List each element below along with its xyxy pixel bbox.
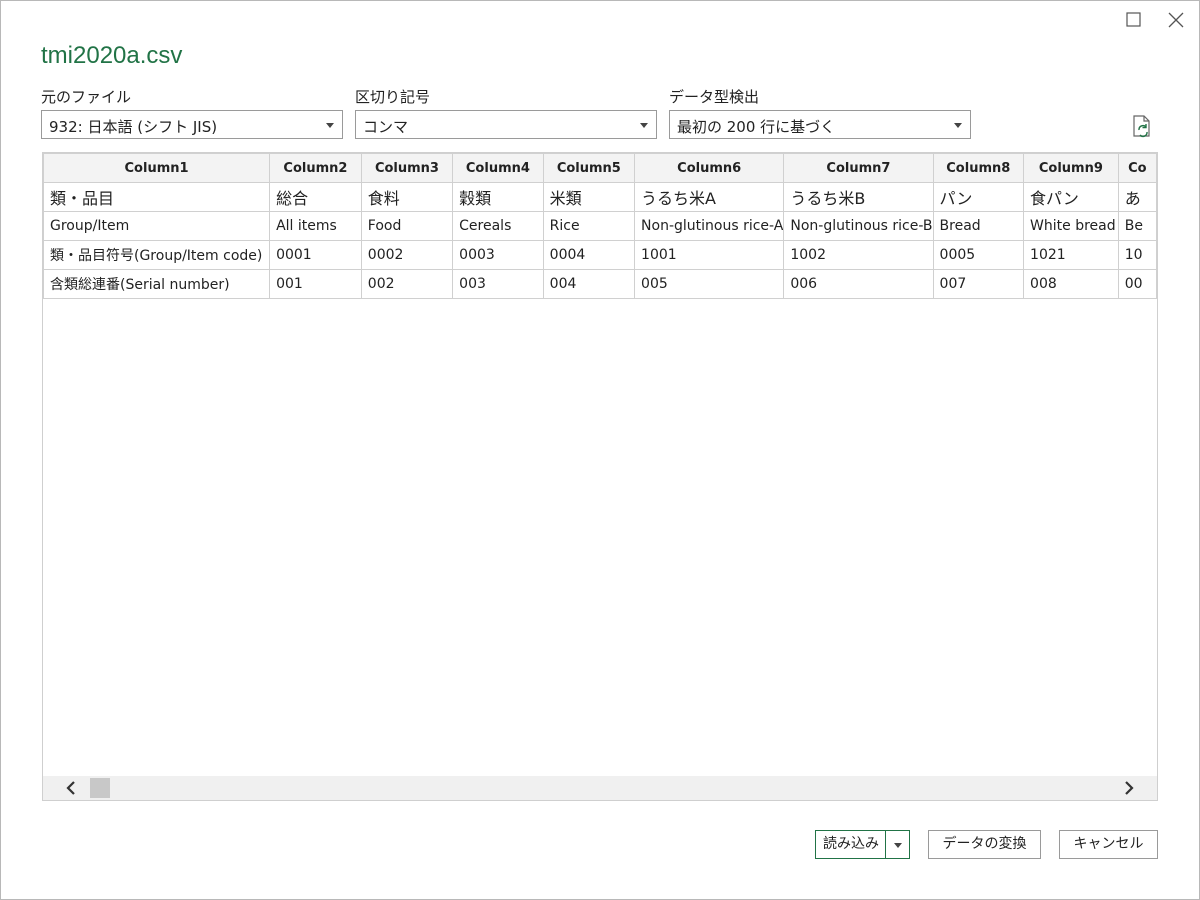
table-cell: 類・品目 xyxy=(43,182,271,212)
transform-data-button[interactable]: データの変換 xyxy=(928,830,1041,859)
table-cell: 0004 xyxy=(542,240,636,270)
table-cell: 類・品目符号(Group/Item code) xyxy=(43,240,271,270)
column-header[interactable]: Column5 xyxy=(542,153,636,183)
table-cell: Non-glutinous rice-A xyxy=(634,211,785,241)
table-cell: 0002 xyxy=(360,240,454,270)
table-cell: Food xyxy=(360,211,454,241)
table-cell: Non-glutinous rice-B xyxy=(783,211,934,241)
table-cell: うるち米B xyxy=(783,182,934,212)
table-cell: 002 xyxy=(360,269,454,299)
file-origin-label: 元のファイル xyxy=(41,88,132,106)
table-cell: Rice xyxy=(542,211,636,241)
table-cell: パン xyxy=(932,182,1025,212)
table-row: 類・品目 総合 食料 穀類 米類 うるち米A うるち米B パン 食パン あ xyxy=(43,182,1157,212)
load-button[interactable]: 読み込み xyxy=(815,830,886,859)
table-cell: Be xyxy=(1117,211,1157,241)
table-cell: 00 xyxy=(1117,269,1157,299)
delimiter-value: コンマ xyxy=(363,118,409,136)
dialog-title: tmi2020a.csv xyxy=(41,42,183,69)
column-header[interactable]: Co xyxy=(1117,153,1157,183)
table-cell: 食料 xyxy=(360,182,454,212)
refresh-icon xyxy=(1133,115,1150,138)
table-cell: 007 xyxy=(932,269,1025,299)
scroll-right-icon[interactable] xyxy=(1121,780,1137,796)
table-cell: 1001 xyxy=(634,240,785,270)
table-cell: White bread xyxy=(1023,211,1119,241)
column-header[interactable]: Column9 xyxy=(1023,153,1119,183)
table-cell: 003 xyxy=(452,269,544,299)
preview-table: Column1 Column2 Column3 Column4 Column5 … xyxy=(43,153,1157,299)
table-cell: All items xyxy=(269,211,362,241)
table-cell: 0001 xyxy=(269,240,362,270)
type-detection-dropdown[interactable]: 最初の 200 行に基づく xyxy=(669,110,971,139)
chevron-down-icon xyxy=(326,123,334,128)
delimiter-dropdown[interactable]: コンマ xyxy=(355,110,657,139)
table-cell: Group/Item xyxy=(43,211,271,241)
scrollbar-thumb[interactable] xyxy=(90,778,110,798)
header-row: Column1 Column2 Column3 Column4 Column5 … xyxy=(43,153,1157,183)
column-header[interactable]: Column7 xyxy=(783,153,934,183)
table-cell: 006 xyxy=(783,269,934,299)
load-options-button[interactable] xyxy=(885,830,910,859)
table-cell: 004 xyxy=(542,269,636,299)
maximize-button[interactable] xyxy=(1122,8,1146,32)
file-origin-value: 932: 日本語 (シフト JIS) xyxy=(49,118,218,136)
table-cell: 005 xyxy=(634,269,785,299)
maximize-icon xyxy=(1126,12,1141,27)
table-cell: Cereals xyxy=(452,211,544,241)
table-cell: Bread xyxy=(932,211,1025,241)
delimiter-label: 区切り記号 xyxy=(355,88,431,106)
chevron-down-icon xyxy=(954,123,962,128)
chevron-down-icon xyxy=(894,843,902,848)
preview-grid: Column1 Column2 Column3 Column4 Column5 … xyxy=(42,152,1158,801)
type-detection-value: 最初の 200 行に基づく xyxy=(677,118,836,136)
column-header[interactable]: Column4 xyxy=(452,153,544,183)
table-row: 含類総連番(Serial number) 001 002 003 004 005… xyxy=(43,269,1157,299)
table-cell: 1002 xyxy=(783,240,934,270)
type-detection-label: データ型検出 xyxy=(669,88,760,106)
table-cell: 0005 xyxy=(932,240,1025,270)
table-cell: うるち米A xyxy=(634,182,785,212)
table-cell: 0003 xyxy=(452,240,544,270)
table-cell: 食パン xyxy=(1023,182,1119,212)
table-row: 類・品目符号(Group/Item code) 0001 0002 0003 0… xyxy=(43,240,1157,270)
horizontal-scrollbar[interactable] xyxy=(43,776,1157,800)
table-cell: 含類総連番(Serial number) xyxy=(43,269,271,299)
file-origin-dropdown[interactable]: 932: 日本語 (シフト JIS) xyxy=(41,110,343,139)
column-header[interactable]: Column3 xyxy=(360,153,454,183)
table-cell: 008 xyxy=(1023,269,1119,299)
scroll-left-icon[interactable] xyxy=(63,780,79,796)
column-header[interactable]: Column1 xyxy=(43,153,271,183)
chevron-down-icon xyxy=(640,123,648,128)
table-row: Group/Item All items Food Cereals Rice N… xyxy=(43,211,1157,241)
close-icon xyxy=(1168,12,1184,28)
table-cell: 米類 xyxy=(542,182,636,212)
table-cell: 001 xyxy=(269,269,362,299)
table-cell: 10 xyxy=(1117,240,1157,270)
column-header[interactable]: Column8 xyxy=(932,153,1025,183)
refresh-button[interactable] xyxy=(1130,114,1156,140)
table-cell: あ xyxy=(1117,182,1157,212)
table-cell: 穀類 xyxy=(452,182,544,212)
column-header[interactable]: Column6 xyxy=(634,153,785,183)
table-cell: 1021 xyxy=(1023,240,1119,270)
cancel-button[interactable]: キャンセル xyxy=(1059,830,1158,859)
close-button[interactable] xyxy=(1164,8,1188,32)
column-header[interactable]: Column2 xyxy=(269,153,362,183)
table-cell: 総合 xyxy=(269,182,362,212)
